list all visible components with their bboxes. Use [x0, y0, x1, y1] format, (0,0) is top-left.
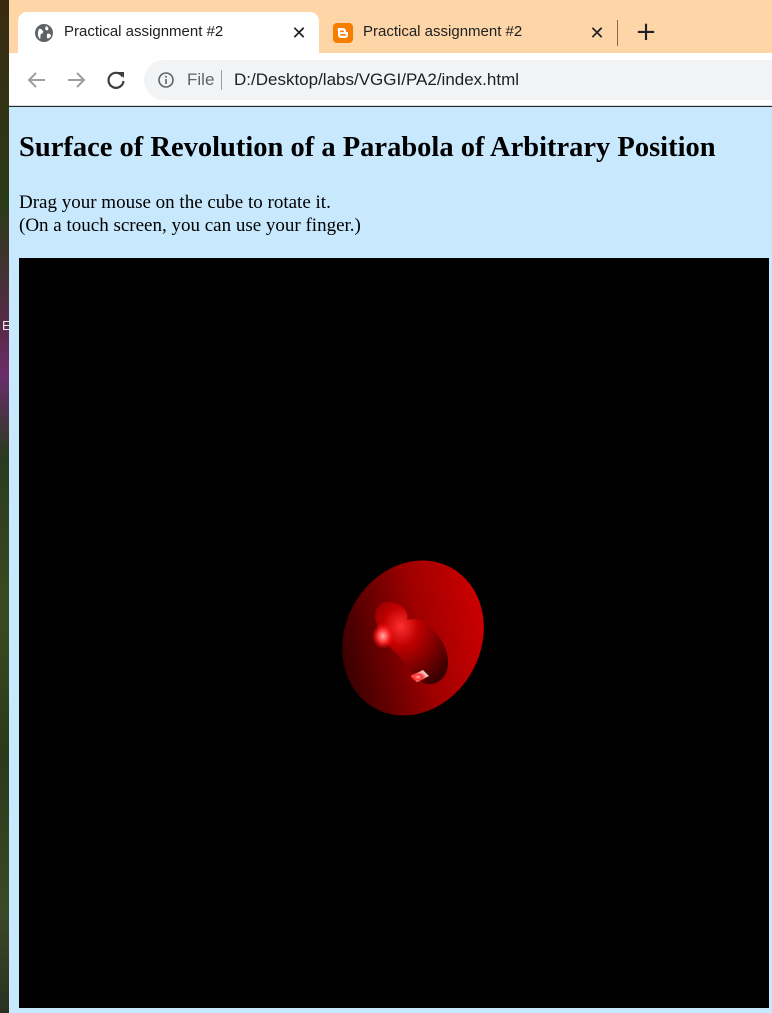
forward-arrow-icon[interactable]: [64, 68, 88, 92]
address-bar[interactable]: File D:/Desktop/labs/VGGI/PA2/index.html: [144, 60, 772, 100]
browser-window: Practical assignment #2 ✕ Practical assi…: [9, 0, 772, 1013]
surface-render: [342, 560, 484, 716]
close-icon[interactable]: ✕: [586, 22, 608, 44]
info-icon[interactable]: [158, 72, 174, 88]
paraboloid-surface: [342, 560, 484, 716]
reload-icon[interactable]: [104, 68, 128, 92]
page-title: Surface of Revolution of a Parabola of A…: [19, 132, 716, 163]
webgl-canvas[interactable]: [19, 258, 769, 1008]
tab-title: Practical assignment #2: [363, 23, 523, 40]
url-scheme-label: File: [187, 70, 215, 89]
blogger-icon: [333, 23, 353, 43]
tab-inactive[interactable]: Practical assignment #2 ✕: [327, 12, 613, 53]
back-arrow-icon[interactable]: [25, 68, 49, 92]
desktop-background: E: [0, 0, 11, 1013]
tab-separator: [617, 20, 618, 46]
url-text[interactable]: D:/Desktop/labs/VGGI/PA2/index.html: [234, 70, 519, 90]
browser-toolbar: File D:/Desktop/labs/VGGI/PA2/index.html: [9, 53, 772, 106]
touch-instruction-text: (On a touch screen, you can use your fin…: [19, 215, 361, 236]
tab-title: Practical assignment #2: [64, 23, 224, 40]
page-content: Surface of Revolution of a Parabola of A…: [9, 107, 772, 1013]
tab-active[interactable]: Practical assignment #2 ✕: [18, 12, 319, 53]
close-icon[interactable]: ✕: [288, 22, 310, 44]
new-tab-icon[interactable]: +: [632, 19, 660, 47]
globe-icon: [34, 23, 54, 43]
instruction-text: Drag your mouse on the cube to rotate it…: [19, 192, 331, 213]
tab-strip: Practical assignment #2 ✕ Practical assi…: [9, 0, 772, 53]
address-divider: [221, 70, 222, 90]
